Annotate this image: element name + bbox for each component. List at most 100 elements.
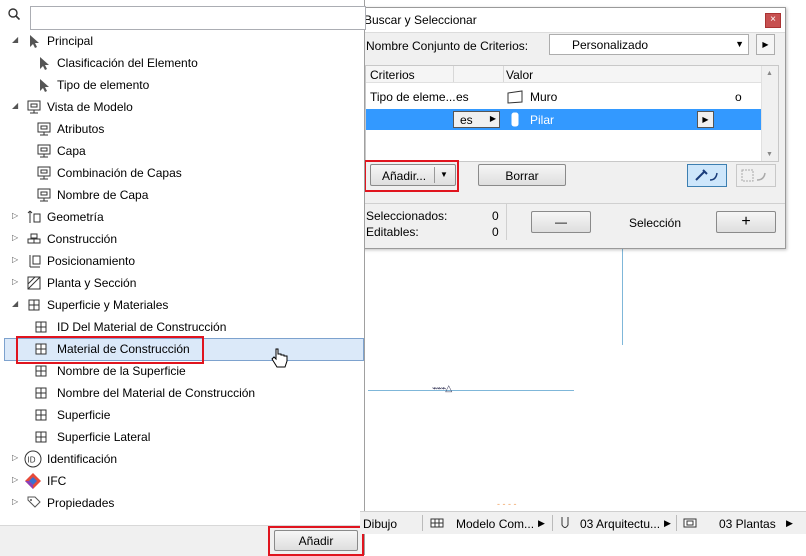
geometry-icon [27,210,41,223]
tree-item-principal[interactable]: ◢ Principal [0,30,362,52]
deselect-button[interactable]: — [531,211,591,233]
svg-text:ID: ID [28,456,36,465]
play-arrow-icon[interactable]: ▶ [697,111,714,128]
expand-triangle-icon[interactable]: ▷ [12,233,18,242]
dialog-title: Buscar y Seleccionar [364,13,477,27]
table-row[interactable]: Tipo de eleme... es Muro o [366,87,761,107]
tree-item-capa[interactable]: Capa [0,140,362,162]
tree-item-label: Posicionamiento [47,254,136,268]
status-display[interactable]: 03 Plantas [719,517,776,531]
pick-parameters-button[interactable] [687,164,727,187]
add-label: Añadir [298,534,334,548]
collapse-triangle-icon[interactable]: ◢ [12,299,18,308]
expand-triangle-icon[interactable]: ▷ [12,453,18,462]
close-icon[interactable]: × [765,13,781,28]
tree-item-id-material[interactable]: ID Del Material de Construcción [0,316,362,338]
tree-item-label: Material de Construcción [57,342,190,356]
material-icon [35,343,47,355]
tree-item-posicionamiento[interactable]: ▷ Posicionamiento [0,250,362,272]
tree-item-nombre-capa[interactable]: Nombre de Capa [0,184,362,206]
play-arrow-icon: ▶ [489,114,496,123]
table-row-selected[interactable]: es ▶ Pilar ▶ [366,109,761,130]
tree-item-ifc[interactable]: ▷ IFC [0,470,362,492]
inject-icon [741,169,766,182]
inject-parameters-button[interactable] [736,164,776,187]
ifc-logo-icon [25,473,41,489]
row-trailing: o [735,90,742,104]
scroll-down-icon[interactable]: ▼ [766,151,773,158]
collapse-triangle-icon[interactable]: ◢ [12,35,18,44]
tree-item-geometria[interactable]: ▷ Geometría [0,206,362,228]
expand-triangle-icon[interactable]: ▷ [12,277,18,286]
tree-item-planta-seccion[interactable]: ▷ Planta y Sección [0,272,362,294]
material-icon [28,299,40,311]
tree-item-tipo[interactable]: Tipo de elemento [0,74,362,96]
status-pen-set[interactable]: 03 Arquitectu... [580,517,660,531]
tree-item-superficie-lateral[interactable]: Superficie Lateral [0,426,362,448]
tree-item-label: Geometría [47,210,104,224]
tag-icon [27,496,41,508]
tree-item-combinacion-capas[interactable]: Combinación de Capas [0,162,362,184]
row-value: Muro [530,90,558,104]
tree-item-label: ID Del Material de Construcción [57,320,227,334]
find-select-dialog: Buscar y Seleccionar × Nombre Conjunto d… [360,7,786,249]
add-criterion-button[interactable]: Añadir [274,530,358,551]
search-input[interactable] [30,6,366,30]
play-arrow-icon[interactable]: ▶ [756,34,775,55]
operator-dropdown[interactable]: es ▶ [453,111,500,128]
model-view-icon [37,188,51,202]
play-arrow-icon[interactable]: ▶ [664,518,671,529]
tree-item-nombre-material[interactable]: Nombre del Material de Construcción [0,382,362,404]
expand-triangle-icon[interactable]: ▷ [12,211,18,220]
tree-item-propiedades[interactable]: ▷ Propiedades [0,492,362,514]
row-criterion: Tipo de eleme... [370,90,456,104]
operator-value: es [460,113,473,127]
tree-item-label: Superficie Lateral [57,430,151,444]
tree-item-superficie[interactable]: Superficie [0,404,362,426]
tree-item-vista-modelo[interactable]: ◢ Vista de Modelo [0,96,362,118]
tree-item-label: Propiedades [47,496,115,510]
tree-item-construccion[interactable]: ▷ Construcción [0,228,362,250]
tree-item-atributos[interactable]: Atributos [0,118,362,140]
grid-line [368,390,574,391]
tree-item-material-construccion[interactable]: Material de Construcción [0,338,362,360]
material-icon [35,321,47,333]
expand-triangle-icon[interactable]: ▷ [12,475,18,484]
play-arrow-icon[interactable]: ▶ [538,518,545,529]
dialog-titlebar[interactable]: Buscar y Seleccionar × [361,8,785,33]
tree-item-label: Planta y Sección [47,276,137,290]
criteria-set-value: Personalizado [572,38,649,52]
tree-item-clasificacion[interactable]: Clasificación del Elemento [0,52,362,74]
add-criteria-button[interactable]: Añadir... ▼ [370,164,456,186]
scrollbar[interactable]: ▲ ▼ [761,66,778,161]
tree-item-nombre-superficie[interactable]: Nombre de la Superficie [0,360,362,382]
status-model-view[interactable]: Modelo Com... [456,517,534,531]
tree-item-superficie-materiales[interactable]: ◢ Superficie y Materiales [0,294,362,316]
marker-glyph: ⌁⌁⌁△ [432,383,452,393]
display-icon [683,518,697,528]
selected-count: 0 [492,209,499,223]
scroll-up-icon[interactable]: ▲ [766,70,773,77]
selection-label: Selección [629,216,682,230]
model-view-icon [37,122,51,136]
model-view-icon [37,166,51,180]
id-icon: ID [24,450,42,468]
collapse-triangle-icon[interactable]: ◢ [12,101,18,110]
wall-icon [507,90,523,104]
tree-item-label: Tipo de elemento [57,78,150,92]
tree-item-label: Atributos [57,122,105,136]
play-arrow-icon[interactable]: ▶ [786,518,793,529]
status-bar: Dibujo Modelo Com... ▶ 03 Arquitectu... … [360,511,806,534]
status-drawing[interactable]: Dibujo [363,517,397,531]
tree-item-identificacion[interactable]: ▷ ID Identificación [0,448,362,470]
expand-triangle-icon[interactable]: ▷ [12,255,18,264]
plan-section-icon [27,276,41,290]
criteria-table: Criterios Valor Tipo de eleme... es Muro… [365,65,779,162]
criteria-set-dropdown[interactable]: Personalizado ▼ [549,34,749,55]
column-icon [511,112,519,127]
pen-set-icon [561,517,569,528]
select-button[interactable]: + [716,211,776,233]
delete-criteria-button[interactable]: Borrar [478,164,566,186]
expand-triangle-icon[interactable]: ▷ [12,497,18,506]
delete-label: Borrar [505,169,539,183]
